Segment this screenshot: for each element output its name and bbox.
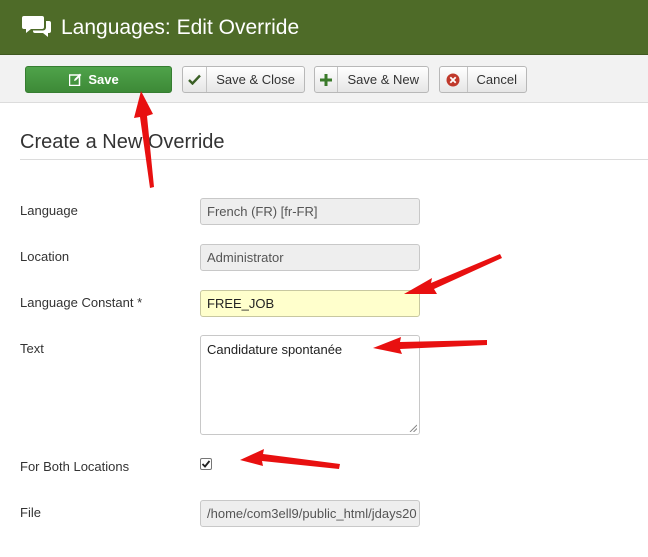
comments-icon [22,16,51,37]
section-divider [20,159,648,160]
page: Languages: Edit Override Save Save & Clo… [0,0,648,557]
text-textarea[interactable]: Candidature spontanée [200,335,420,435]
save-new-label: Save & New [347,72,419,87]
language-label: Language [20,203,78,218]
save-close-button[interactable]: Save & Close [182,66,305,93]
language-constant-label: Language Constant * [20,295,143,310]
text-value: Candidature spontanée [207,342,343,357]
file-label: File [20,505,41,520]
check-icon [183,67,208,92]
language-field: French (FR) [fr-FR] [200,198,420,225]
cancel-circle-icon [440,67,468,92]
plus-icon [315,67,339,92]
page-header: Languages: Edit Override [0,0,648,55]
cancel-button[interactable]: Cancel [439,66,527,93]
edit-icon [69,73,82,86]
resize-grip-icon[interactable] [409,424,417,432]
text-label: Text [20,341,44,356]
cancel-label: Cancel [476,72,517,87]
location-label: Location [20,249,70,264]
save-new-button[interactable]: Save & New [314,66,429,93]
toolbar: Save Save & Close Save & New Cancel [0,55,648,103]
save-button[interactable]: Save [25,66,172,93]
save-button-label: Save [88,72,119,87]
section-heading: Create a New Override [20,131,225,153]
file-field: /home/com3ell9/public_html/jdays20 [200,500,420,527]
page-title: Languages: Edit Override [61,16,300,39]
location-field: Administrator [200,244,420,271]
both-locations-checkbox[interactable] [200,458,212,470]
both-locations-label: For Both Locations [20,459,130,474]
annotation-arrow-checkbox [240,449,340,469]
checkmark-icon [201,460,211,468]
save-close-label: Save & Close [216,72,295,87]
language-constant-input[interactable]: FREE_JOB [200,290,420,317]
